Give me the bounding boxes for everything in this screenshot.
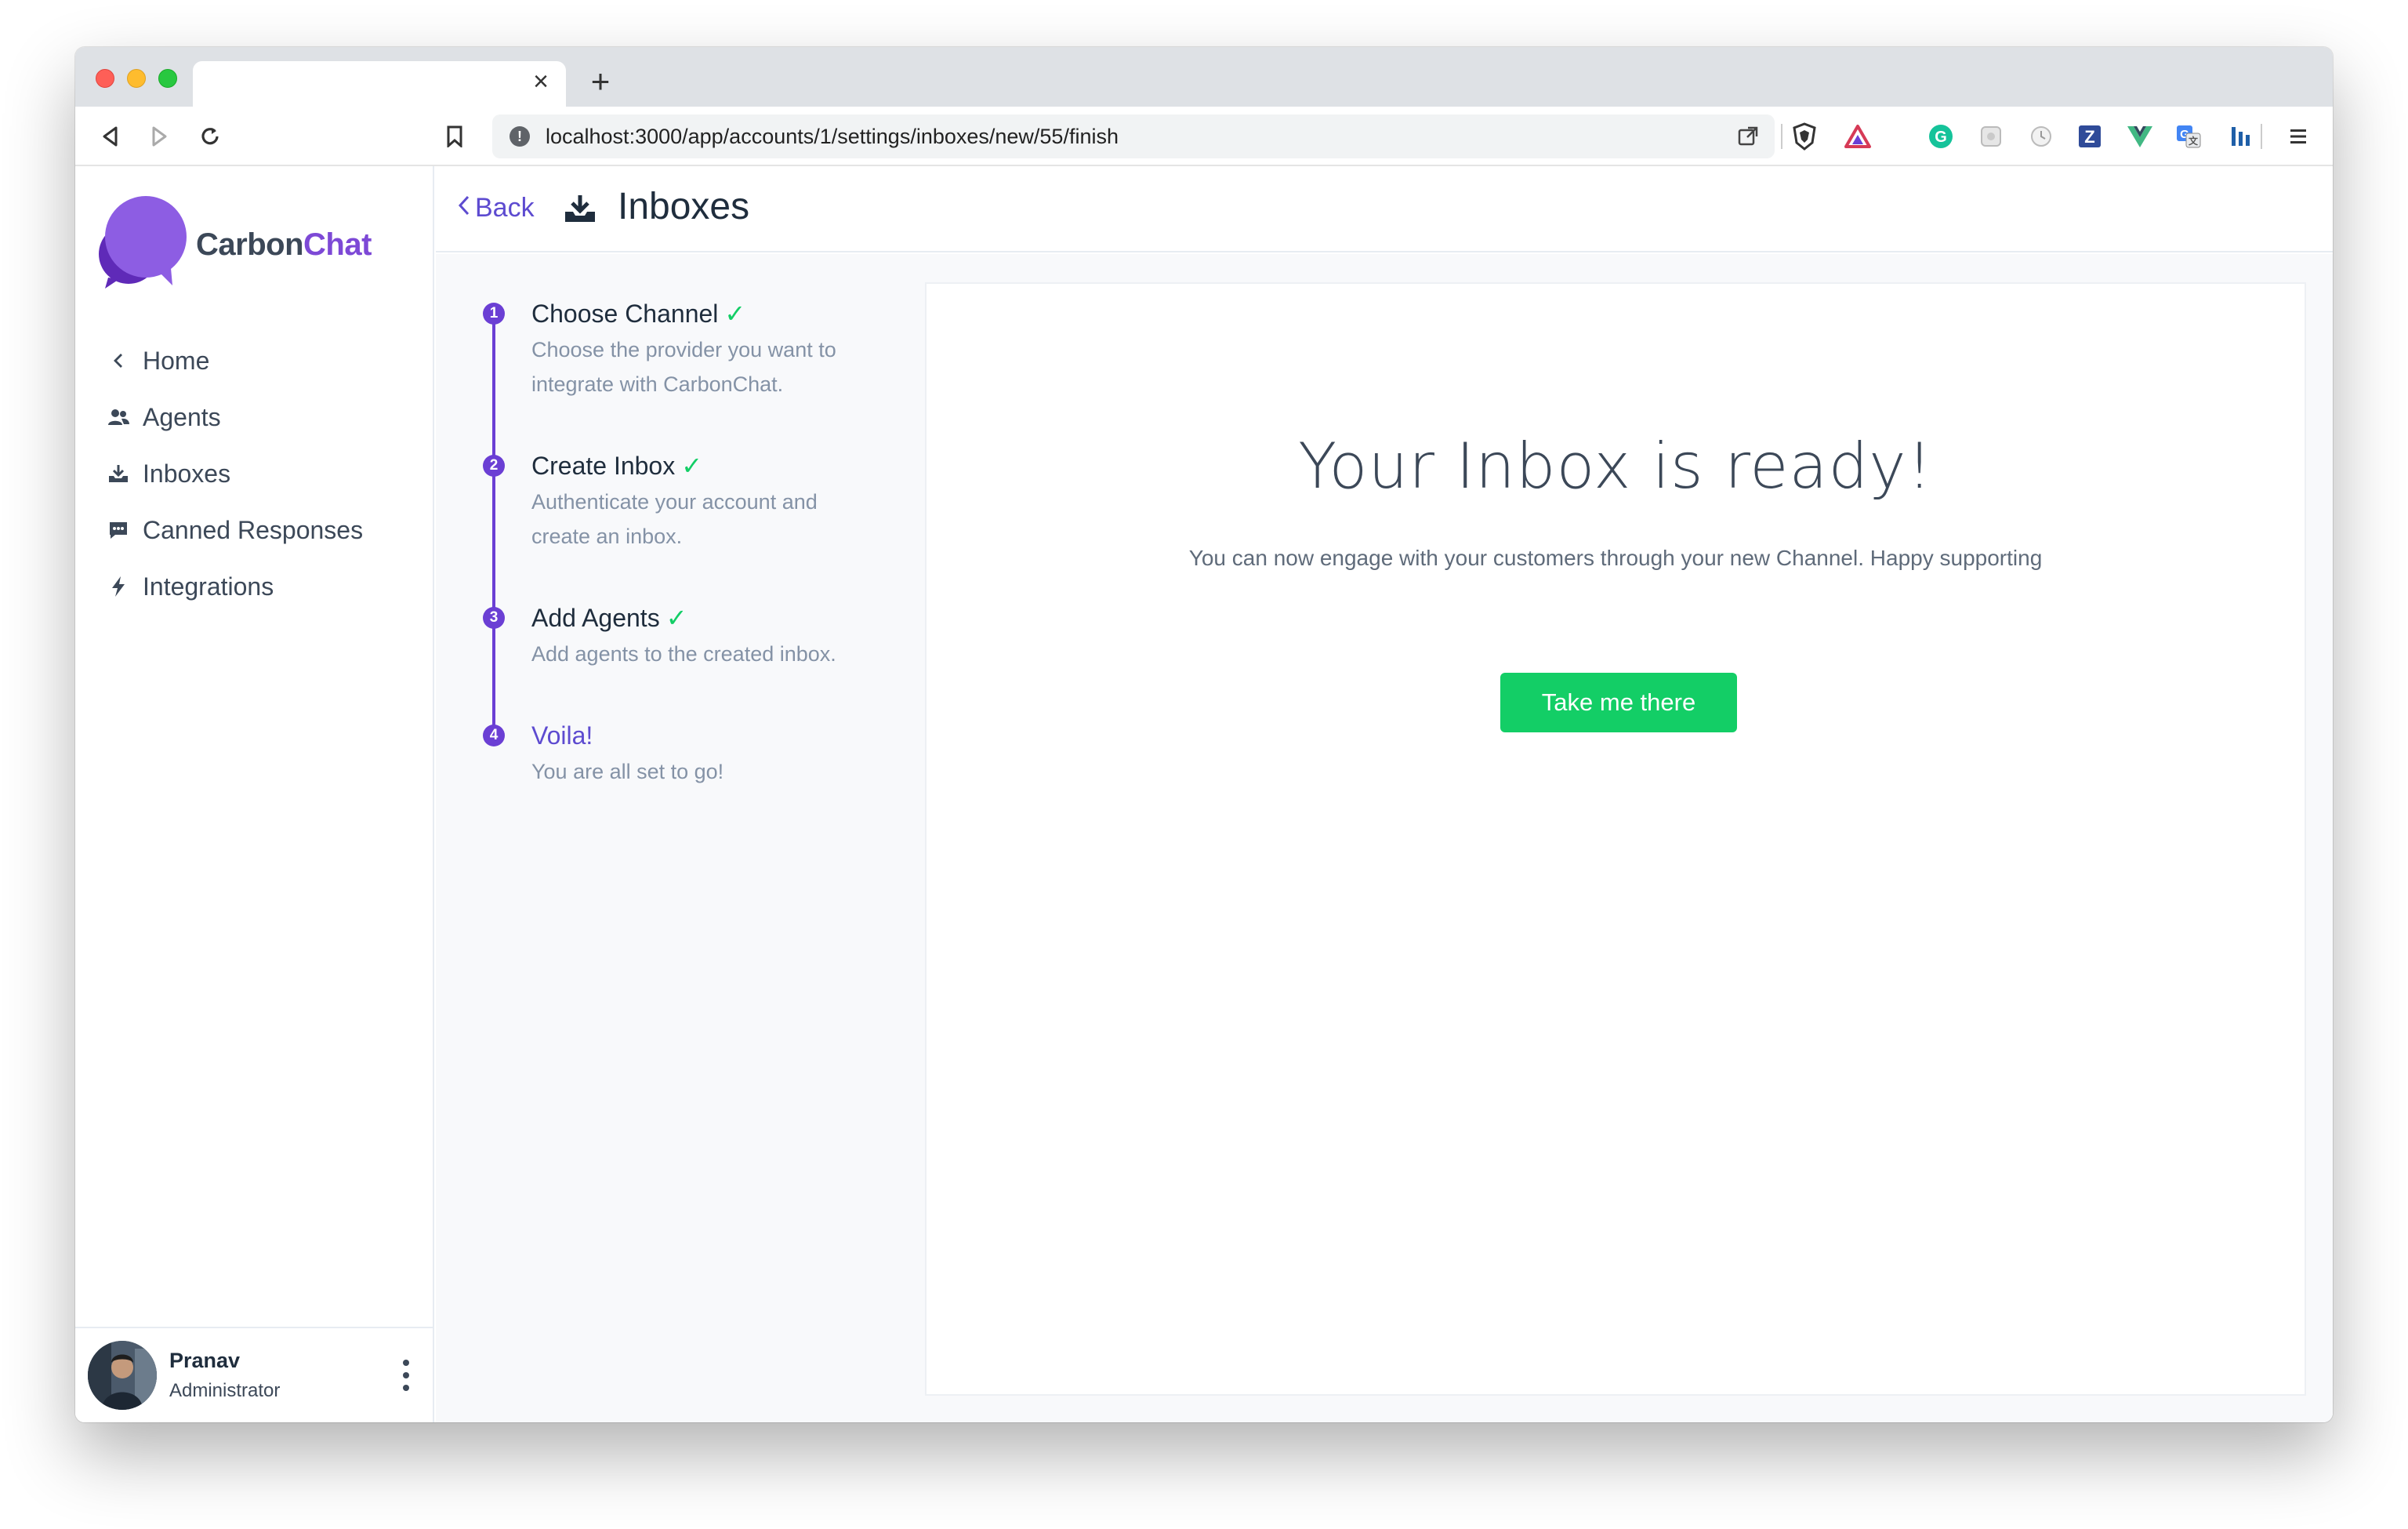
chevron-left-icon [458, 193, 470, 223]
step-title-text: Add Agents [531, 603, 660, 632]
checkmark-icon: ✓ [724, 300, 746, 328]
profile-name: Pranav [169, 1349, 241, 1372]
browser-toolbar: ! localhost:3000/app/accounts/1/settings… [75, 107, 2333, 166]
svg-text:文: 文 [2189, 135, 2199, 147]
chevron-left-icon [107, 349, 130, 372]
browser-window: × + ! localhost:3000/app/accounts/1/sett… [75, 47, 2333, 1422]
sidebar-item-label: Inboxes [143, 459, 231, 488]
brand-logo[interactable]: CarbonChat [91, 190, 420, 292]
extension-clock-icon[interactable] [2025, 121, 2057, 152]
sidebar-item-canned-responses[interactable]: Canned Responses [107, 502, 420, 558]
sidebar: CarbonChat Home Agents Inboxes Canned Re… [75, 166, 434, 1422]
step-title: Choose Channel ✓ [531, 298, 906, 329]
step-connector [492, 317, 495, 469]
sidebar-item-label: Integrations [143, 572, 274, 601]
close-window-button[interactable] [96, 69, 114, 88]
step-number: 2 [483, 455, 505, 477]
step-title: Add Agents ✓ [531, 602, 906, 634]
step-title: Voila! [531, 720, 906, 751]
wizard-steps: 1 Choose Channel ✓ Choose the provider y… [483, 298, 906, 806]
brand-name-part2: Chat [303, 227, 372, 262]
step-title-text: Voila! [531, 721, 593, 750]
chat-bubble-icon [107, 518, 130, 542]
sidebar-item-label: Home [143, 346, 210, 375]
sidebar-item-label: Canned Responses [143, 515, 364, 544]
app-container: CarbonChat Home Agents Inboxes Canned Re… [75, 166, 2333, 1422]
browser-tab[interactable]: × [193, 61, 566, 107]
inbox-download-icon [107, 462, 130, 485]
wizard-step-create-inbox[interactable]: 2 Create Inbox ✓ Authenticate your accou… [483, 450, 906, 621]
tab-close-icon[interactable]: × [525, 66, 557, 97]
zotero-icon[interactable]: Z [2074, 121, 2105, 152]
new-tab-button[interactable]: + [583, 64, 618, 99]
wizard-step-add-agents[interactable]: 3 Add Agents ✓ Add agents to the created… [483, 602, 906, 739]
step-description: Choose the provider you want to integrat… [531, 338, 836, 396]
back-button[interactable]: Back [458, 193, 535, 223]
step-description: Authenticate your account and create an … [531, 490, 818, 548]
sidebar-item-label: Agents [143, 402, 221, 431]
step-number: 4 [483, 725, 505, 746]
grammarly-icon[interactable]: G [1925, 121, 1956, 152]
step-number: 3 [483, 607, 505, 629]
step-title-text: Create Inbox [531, 451, 676, 480]
users-icon [107, 405, 130, 429]
finish-card: Your Inbox is ready! You can now engage … [925, 282, 2306, 1396]
checkmark-icon: ✓ [681, 452, 703, 480]
vue-devtools-icon[interactable] [2124, 121, 2156, 152]
sidebar-item-agents[interactable]: Agents [107, 389, 420, 445]
sidebar-item-integrations[interactable]: Integrations [107, 558, 420, 615]
profile-role: Administrator [169, 1380, 281, 1401]
brand-name: CarbonChat [196, 227, 372, 263]
bars-extension-icon[interactable] [2225, 121, 2256, 152]
site-info-icon[interactable]: ! [510, 126, 530, 147]
step-number: 1 [483, 303, 505, 325]
step-description: Add agents to the created inbox. [531, 642, 836, 666]
brand-name-part1: Carbon [196, 227, 304, 262]
svg-text:Z: Z [2084, 127, 2094, 147]
wizard-step-choose-channel[interactable]: 1 Choose Channel ✓ Choose the provider y… [483, 298, 906, 469]
extension-puzzle-icon[interactable] [1975, 121, 2007, 152]
finish-subtitle: You can now engage with your customers t… [1188, 546, 2043, 570]
sidebar-nav: Home Agents Inboxes Canned Responses Int… [107, 332, 420, 615]
page-title: Inboxes [618, 186, 750, 227]
step-title: Create Inbox ✓ [531, 450, 906, 481]
brave-rewards-icon[interactable] [1842, 121, 1873, 152]
wizard-area: 1 Choose Channel ✓ Choose the provider y… [436, 254, 2333, 1422]
open-external-icon[interactable] [1734, 122, 1762, 151]
wizard-step-voila[interactable]: 4 Voila! You are all set to go! [483, 720, 906, 806]
step-title-text: Choose Channel [531, 299, 719, 328]
step-description: You are all set to go! [531, 760, 724, 783]
svg-text:G: G [1935, 129, 1947, 146]
checkmark-icon: ✓ [665, 604, 687, 632]
inbox-download-icon [563, 193, 597, 224]
back-arrow-icon[interactable] [91, 118, 129, 155]
sidebar-item-inboxes[interactable]: Inboxes [107, 445, 420, 502]
take-me-there-button[interactable]: Take me there [1500, 673, 1737, 732]
maximize-window-button[interactable] [158, 69, 177, 88]
back-label: Back [475, 193, 535, 223]
url-text[interactable]: localhost:3000/app/accounts/1/settings/i… [546, 124, 1119, 149]
lightning-icon [107, 575, 130, 598]
bookmark-icon[interactable] [436, 118, 473, 155]
more-vertical-icon[interactable] [401, 1360, 411, 1391]
finish-title: Your Inbox is ready! [1298, 430, 1933, 503]
reload-icon[interactable] [191, 118, 229, 155]
tab-strip: × + [75, 47, 2333, 107]
brave-shield-icon[interactable] [1789, 121, 1820, 152]
logo-icon [99, 196, 187, 289]
avatar[interactable] [88, 1341, 157, 1410]
sidebar-item-home[interactable]: Home [107, 332, 420, 389]
forward-arrow-icon[interactable] [141, 118, 179, 155]
page-header: Back Inboxes [436, 166, 2333, 252]
minimize-window-button[interactable] [127, 69, 146, 88]
user-profile[interactable]: Pranav Administrator [75, 1327, 433, 1422]
translate-icon[interactable]: G文 [2173, 121, 2204, 152]
toolbar-divider [2261, 124, 2262, 149]
step-connector [492, 469, 495, 621]
browser-menu-icon[interactable] [2283, 121, 2314, 152]
toolbar-divider [1781, 124, 1782, 149]
address-bar[interactable]: ! localhost:3000/app/accounts/1/settings… [492, 114, 1775, 158]
